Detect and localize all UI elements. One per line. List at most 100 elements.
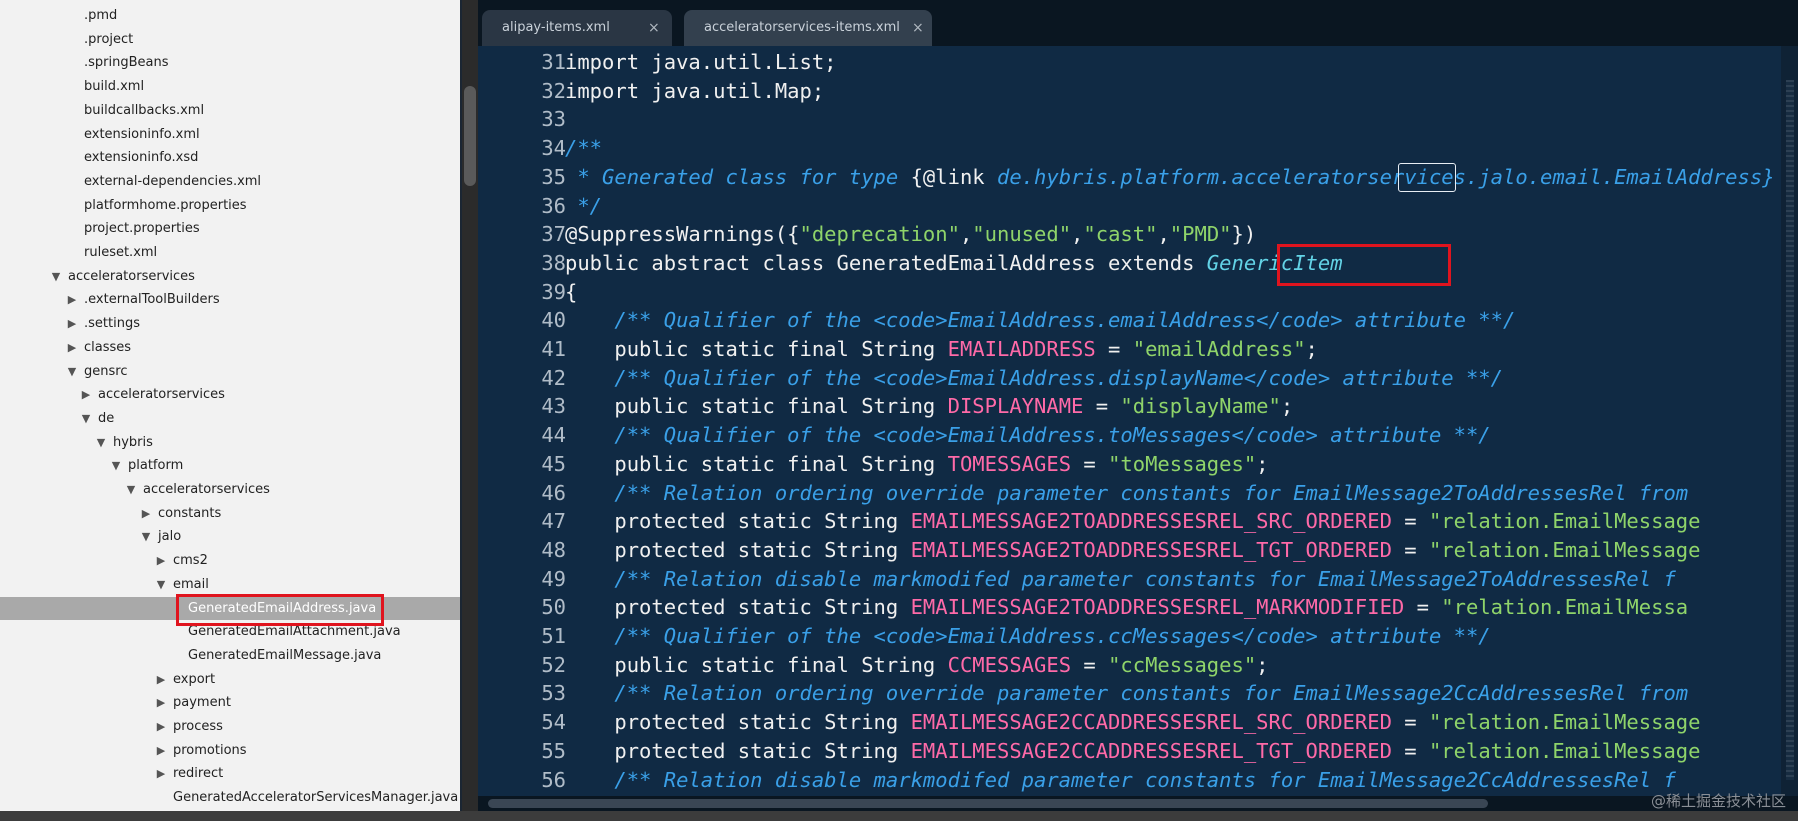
expand-down-icon[interactable]: ▼ [125, 478, 137, 501]
close-icon[interactable]: × [912, 10, 924, 46]
code-token: /** Relation disable markmodifed paramet… [565, 566, 1676, 591]
horizontal-scrollbar-thumb[interactable] [488, 799, 1488, 808]
line-number: 49 [541, 566, 566, 591]
tree-item[interactable]: ▶ redirect [0, 762, 460, 785]
tab-alipay-items[interactable]: alipay-items.xml × [482, 10, 672, 46]
tree-item-label: platform [128, 458, 184, 474]
tree-item[interactable]: ▶ payment [0, 691, 460, 714]
tree-item[interactable]: buildcallbacks.xml [0, 99, 460, 122]
code-token: /** Qualifier of the <code>EmailAddress.… [565, 624, 1491, 648]
collapse-right-icon[interactable]: ▶ [155, 715, 167, 738]
collapse-right-icon[interactable]: ▶ [155, 762, 167, 785]
code-line: */ [565, 192, 602, 221]
tree-item[interactable]: ▼ acceleratorservices [0, 478, 460, 501]
tree-item[interactable]: ▶ export [0, 668, 460, 691]
code-line: /** [565, 134, 602, 163]
tree-item-label: redirect [173, 766, 224, 782]
code-token: {@link [910, 164, 997, 189]
collapse-right-icon[interactable]: ▶ [66, 336, 78, 359]
tree-item[interactable]: .project [0, 28, 460, 51]
line-number: 47 [541, 509, 566, 534]
line-number: 50 [541, 595, 566, 620]
tree-item-selected[interactable]: GeneratedEmailAddress.java [0, 596, 460, 620]
tree-item[interactable]: ▼ de [0, 407, 460, 430]
tree-item[interactable]: platformhome.properties [0, 194, 460, 217]
sidebar-scrollbar[interactable] [462, 0, 478, 821]
code-line: import java.util.List; [565, 48, 837, 77]
code-area[interactable]: 31 import java.util.List; 32 import java.ut… [478, 46, 1788, 796]
collapse-right-icon[interactable]: ▶ [80, 383, 92, 406]
collapse-right-icon[interactable]: ▶ [155, 739, 167, 762]
code-line: protected static String EMAILMESSAGE2CCA… [565, 737, 1700, 766]
line-number: 46 [541, 480, 566, 505]
tree-item[interactable]: extensioninfo.xsd [0, 146, 460, 169]
code-token: /** Qualifier of the <code>EmailAddress.… [565, 365, 1503, 390]
collapse-right-icon[interactable]: ▶ [66, 312, 78, 335]
tree-item[interactable]: ruleset.xml [0, 241, 460, 264]
collapse-right-icon[interactable]: ▶ [155, 549, 167, 572]
tree-item[interactable]: GeneratedEmailAttachment.java [0, 620, 460, 643]
expand-down-icon[interactable]: ▼ [80, 407, 92, 430]
collapse-right-icon[interactable]: ▶ [155, 668, 167, 691]
expand-down-icon[interactable]: ▼ [95, 431, 107, 454]
tree-item-label: .springBeans [84, 55, 169, 71]
code-line: protected static String EMAILMESSAGE2TOA… [565, 536, 1700, 565]
tree-item[interactable]: project.properties [0, 217, 460, 240]
expand-down-icon[interactable]: ▼ [110, 454, 122, 477]
minimap[interactable] [1786, 80, 1794, 780]
sidebar-scrollbar-thumb[interactable] [464, 86, 476, 186]
tree-item[interactable]: ▶ classes [0, 336, 460, 359]
tree-item[interactable]: GeneratedEmailMessage.java [0, 644, 460, 667]
tree-item[interactable]: ▶ cms2 [0, 549, 460, 572]
tree-item-label: project.properties [84, 221, 200, 237]
tree-item-label: constants [158, 505, 222, 521]
code-line: public static final String EMAILADDRESS … [565, 335, 1318, 364]
collapse-right-icon[interactable]: ▶ [66, 288, 78, 311]
collapse-right-icon[interactable]: ▶ [140, 502, 152, 525]
code-token: /** Qualifier of the <code>EmailAddress.… [565, 423, 1491, 448]
line-number: 45 [541, 451, 566, 476]
tree-item[interactable]: ▼ hybris [0, 431, 460, 454]
tree-item[interactable]: GeneratedAcceleratorServicesManager.java [0, 786, 460, 809]
expand-down-icon[interactable]: ▼ [140, 525, 152, 548]
expand-down-icon[interactable]: ▼ [66, 360, 78, 383]
tree-item-label: acceleratorservices [68, 268, 195, 284]
tree-item[interactable]: ▶ acceleratorservices [0, 383, 460, 406]
code-token: = [1071, 652, 1109, 677]
tree-item-label: payment [173, 695, 231, 711]
tree-item-label: cms2 [173, 553, 208, 569]
tree-item[interactable]: extensioninfo.xml [0, 123, 460, 146]
project-explorer: .pmd .project .springBeans build.xml buildca… [0, 0, 460, 821]
code-token: public static final String [565, 394, 948, 419]
horizontal-scrollbar[interactable] [478, 796, 1798, 811]
code-line: /** Qualifier of the <code>EmailAddress.… [565, 306, 1515, 335]
code-token: /** Relation ordering override parameter… [565, 480, 1689, 505]
tree-item[interactable]: ▼ email [0, 573, 460, 596]
code-token: public static final String [565, 652, 948, 677]
status-bar [0, 811, 1798, 821]
collapse-right-icon[interactable]: ▶ [155, 691, 167, 714]
tree-item[interactable]: ▶ promotions [0, 739, 460, 762]
code-token: protected static String [565, 537, 911, 562]
code-token: import java.util.Map; [565, 78, 825, 103]
tree-item[interactable]: ▶ .settings [0, 312, 460, 335]
tree-item[interactable]: build.xml [0, 75, 460, 98]
tree-item-label: GeneratedEmailAttachment.java [188, 624, 401, 640]
tree-item[interactable]: ▶ process [0, 715, 460, 738]
code-token: = [1391, 537, 1429, 562]
code-token: EMAILADDRESS [947, 337, 1096, 361]
code-line: /** Relation disable markmodifed paramet… [565, 766, 1675, 795]
tab-acceleratorservices-items[interactable]: acceleratorservices-items.xml × [684, 10, 932, 46]
expand-down-icon[interactable]: ▼ [155, 573, 167, 596]
tree-item[interactable]: external-dependencies.xml [0, 170, 460, 193]
tree-item[interactable]: ▶ .externalToolBuilders [0, 288, 460, 311]
tree-item[interactable]: .pmd [0, 4, 460, 27]
tree-item[interactable]: ▶ constants [0, 502, 460, 525]
close-icon[interactable]: × [648, 10, 660, 46]
tree-item[interactable]: ▼ acceleratorservices [0, 265, 460, 288]
expand-down-icon[interactable]: ▼ [50, 265, 62, 288]
tree-item[interactable]: .springBeans [0, 51, 460, 74]
tree-item[interactable]: ▼ gensrc [0, 360, 460, 383]
tree-item[interactable]: ▼ platform [0, 454, 460, 477]
tree-item[interactable]: ▼ jalo [0, 525, 460, 548]
